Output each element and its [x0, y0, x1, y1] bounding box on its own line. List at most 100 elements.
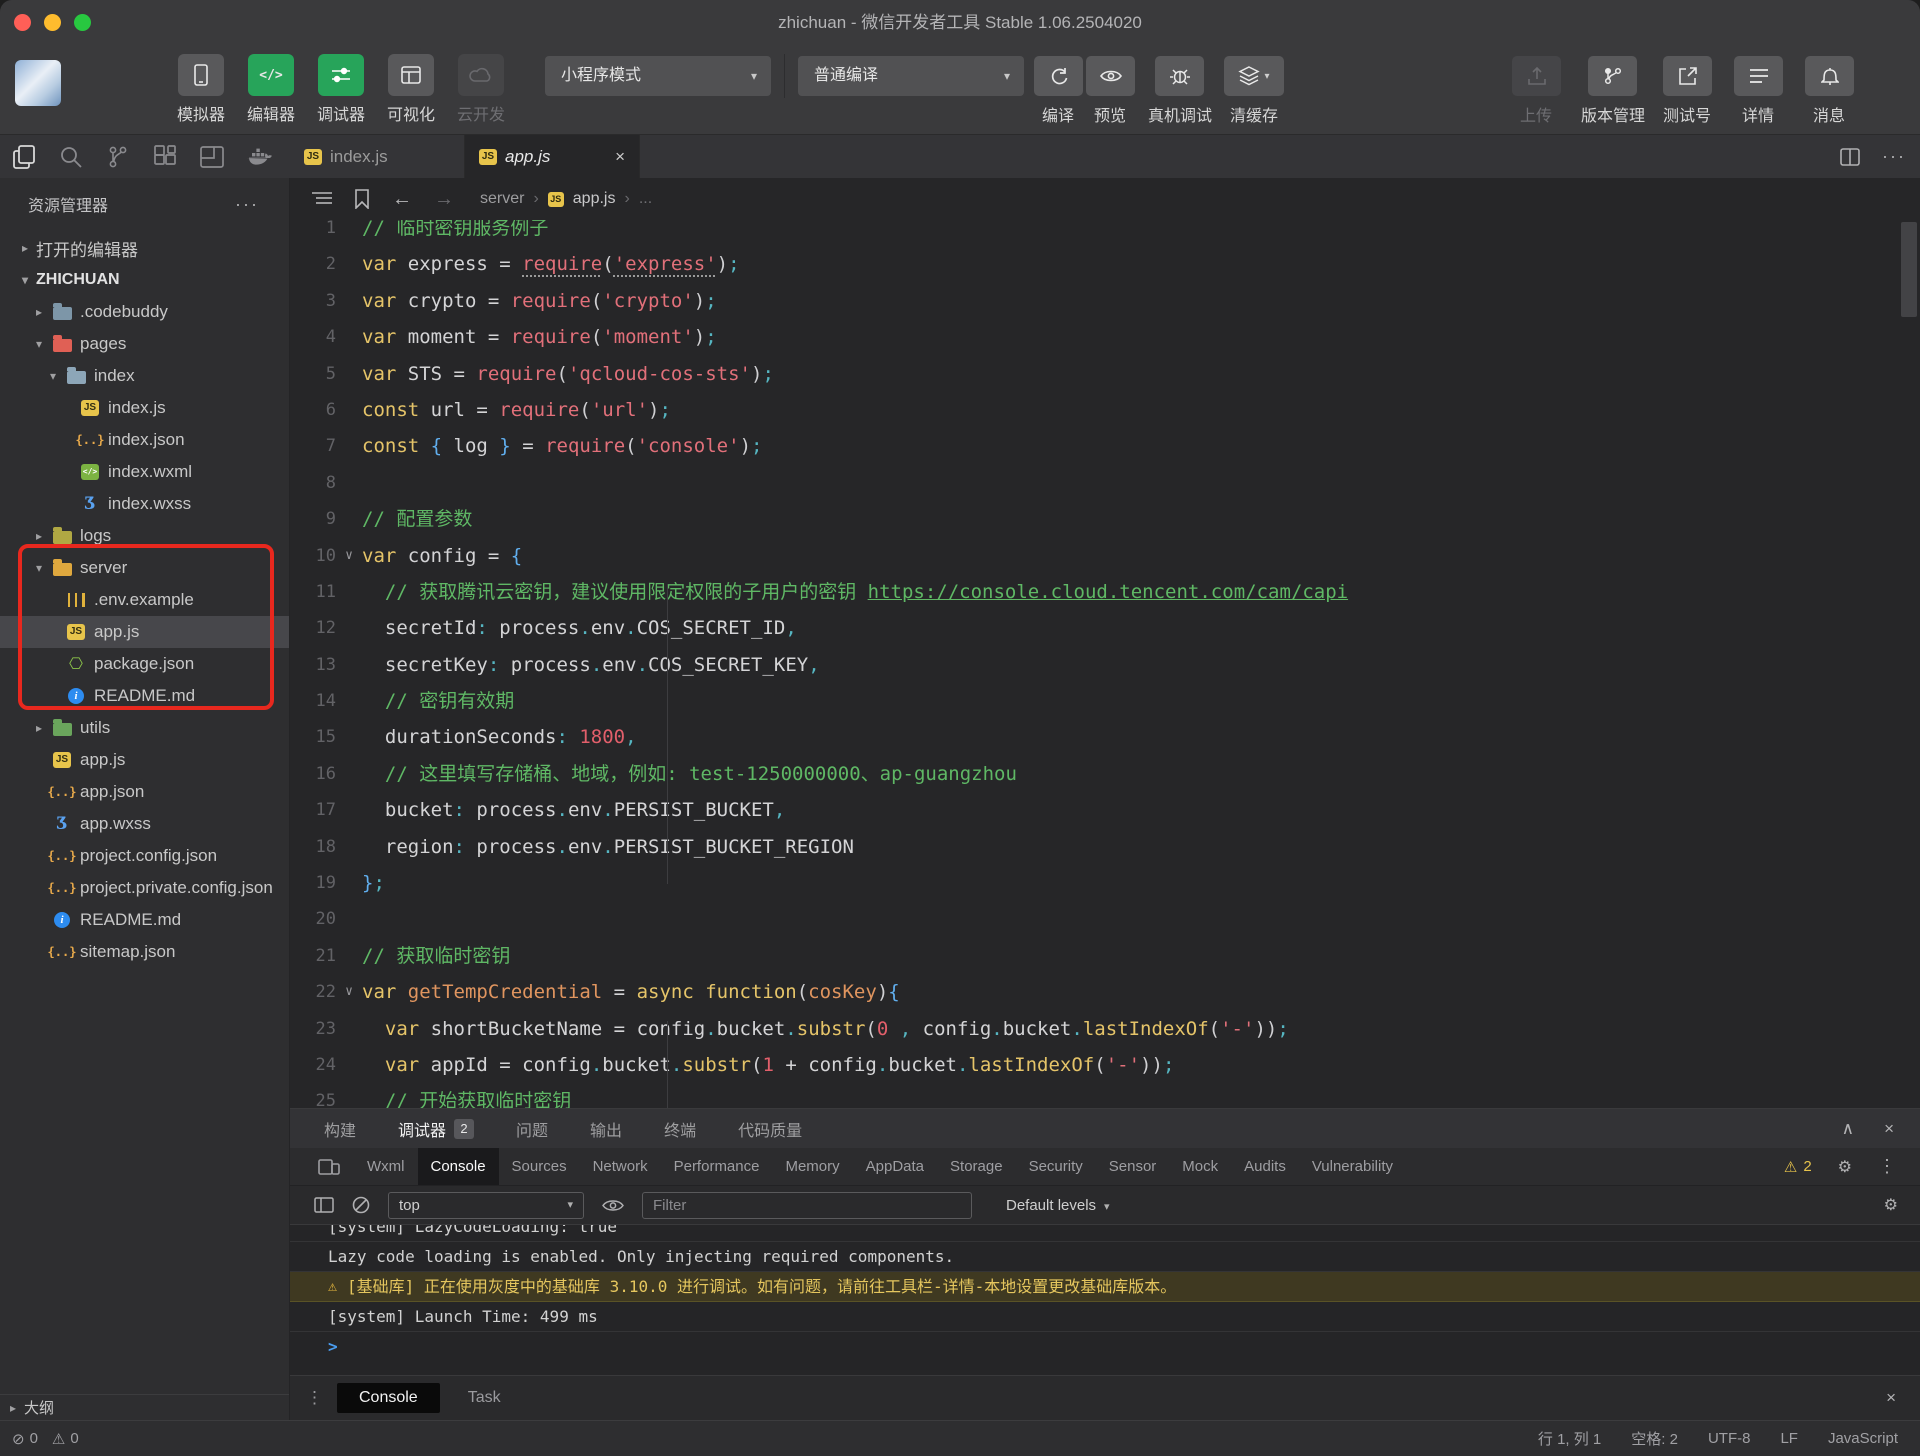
log-levels-select[interactable]: Default levels▾	[1006, 1197, 1110, 1214]
devtools-tab-vulnerability[interactable]: Vulnerability	[1299, 1148, 1406, 1185]
tree-item-.codebuddy[interactable]: ▸.codebuddy	[0, 296, 289, 328]
code-line-25[interactable]: 25 // 开始获取临时密钥	[290, 1083, 1920, 1108]
split-editor-icon[interactable]	[1840, 148, 1860, 166]
tree-item-index[interactable]: ▾index	[0, 360, 289, 392]
tree-item-app.json[interactable]: app.json	[0, 776, 289, 808]
twisty-icon[interactable]: ▸	[28, 305, 50, 319]
user-avatar[interactable]	[15, 60, 61, 106]
tree-item-logs[interactable]: ▸logs	[0, 520, 289, 552]
tree-item-app.js[interactable]: app.js	[0, 616, 289, 648]
status-item[interactable]: 行 1, 列 1	[1538, 1428, 1601, 1449]
tree-item-index.wxss[interactable]: index.wxss	[0, 488, 289, 520]
warning-count-badge[interactable]: ⚠2	[1784, 1158, 1812, 1176]
tree-item-app.wxss[interactable]: app.wxss	[0, 808, 289, 840]
editor-scrollbar[interactable]	[1901, 222, 1917, 317]
editor-layout-icon[interactable]	[188, 146, 235, 168]
tree-item-index.js[interactable]: index.js	[0, 392, 289, 424]
panel-tab-构建[interactable]: 构建	[324, 1109, 356, 1148]
compile-mode-select[interactable]: 普通编译 ▾	[798, 56, 1024, 96]
console-filter-input[interactable]	[642, 1192, 972, 1219]
panel-tab-输出[interactable]: 输出	[590, 1109, 622, 1148]
tree-item--[interactable]: ▸打开的编辑器	[0, 232, 289, 264]
code-line-17[interactable]: 17 bucket: process.env.PERSIST_BUCKET,	[290, 792, 1920, 828]
extensions-icon[interactable]	[141, 145, 188, 169]
tab-index-js[interactable]: JS index.js	[290, 135, 465, 178]
back-icon[interactable]: ←	[392, 188, 412, 211]
devtools-tab-audits[interactable]: Audits	[1231, 1148, 1299, 1185]
details-button[interactable]	[1734, 56, 1783, 96]
tree-item-index.json[interactable]: index.json	[0, 424, 289, 456]
more-actions-icon[interactable]: ···	[1882, 146, 1906, 167]
panel-tab-问题[interactable]: 问题	[516, 1109, 548, 1148]
devtools-tab-storage[interactable]: Storage	[937, 1148, 1016, 1185]
simulator-button[interactable]: 模拟器	[166, 54, 236, 125]
explorer-menu-icon[interactable]: ···	[235, 194, 259, 215]
code-line-1[interactable]: 1// 临时密钥服务例子	[290, 220, 1920, 246]
twisty-icon[interactable]: ▸	[14, 241, 36, 255]
code-line-12[interactable]: 12 secretId: process.env.COS_SECRET_ID,	[290, 610, 1920, 646]
code-line-14[interactable]: 14 // 密钥有效期	[290, 683, 1920, 719]
twisty-icon[interactable]: ▾	[28, 561, 50, 575]
close-panel-icon[interactable]: ×	[1884, 1119, 1894, 1139]
tree-item-project.config.json[interactable]: project.config.json	[0, 840, 289, 872]
files-icon[interactable]	[0, 145, 47, 169]
drag-handle-icon[interactable]: ⋮	[306, 1388, 323, 1408]
console-drawer-tab-console[interactable]: Console	[337, 1383, 440, 1413]
devtools-tab-mock[interactable]: Mock	[1169, 1148, 1231, 1185]
code-line-15[interactable]: 15 durationSeconds: 1800,	[290, 719, 1920, 755]
code-line-19[interactable]: 19};	[290, 865, 1920, 901]
twisty-icon[interactable]: ▾	[28, 337, 50, 351]
clear-cache-button[interactable]: ▾	[1224, 56, 1284, 96]
messages-button[interactable]	[1805, 56, 1854, 96]
docker-whale-icon[interactable]	[235, 147, 282, 167]
devtools-tab-security[interactable]: Security	[1016, 1148, 1096, 1185]
mode-select[interactable]: 小程序模式 ▾	[545, 56, 771, 96]
code-line-6[interactable]: 6const url = require('url');	[290, 392, 1920, 428]
code-line-11[interactable]: 11 // 获取腾讯云密钥，建议使用限定权限的子用户的密钥 https://co…	[290, 574, 1920, 610]
status-item[interactable]: JavaScript	[1828, 1428, 1898, 1449]
devtools-tab-network[interactable]: Network	[580, 1148, 661, 1185]
test-account-button[interactable]	[1663, 56, 1712, 96]
tree-item-sitemap.json[interactable]: sitemap.json	[0, 936, 289, 968]
tree-item-project.private.config.json[interactable]: project.private.config.json	[0, 872, 289, 904]
tree-item-pages[interactable]: ▾pages	[0, 328, 289, 360]
console-settings-icon[interactable]: ⚙	[1884, 1195, 1920, 1215]
clear-console-icon[interactable]	[352, 1196, 370, 1214]
tree-item-README.md[interactable]: README.md	[0, 904, 289, 936]
twisty-icon[interactable]: ▸	[28, 721, 50, 735]
code-line-2[interactable]: 2var express = require('express');	[290, 246, 1920, 282]
devtools-settings-icon[interactable]: ⚙	[1838, 1157, 1852, 1177]
code-line-10[interactable]: 10∨var config = {	[290, 538, 1920, 574]
code-area[interactable]: 1// 临时密钥服务例子2var express = require('expr…	[290, 220, 1920, 1108]
tree-item-ZHICHUAN[interactable]: ▾ZHICHUAN	[0, 264, 289, 296]
code-line-24[interactable]: 24 var appId = config.bucket.substr(1 + …	[290, 1047, 1920, 1083]
breadcrumb-file[interactable]: app.js	[573, 190, 616, 208]
panel-tab-调试器[interactable]: 调试器2	[398, 1109, 474, 1148]
breadcrumb-symbol[interactable]: ...	[639, 190, 652, 208]
console-sidebar-icon[interactable]	[314, 1197, 334, 1213]
tree-item-.env.example[interactable]: .env.example	[0, 584, 289, 616]
status-item[interactable]: LF	[1780, 1428, 1798, 1449]
devtools-tab-sensor[interactable]: Sensor	[1096, 1148, 1170, 1185]
version-control-button[interactable]	[1588, 56, 1637, 96]
warning-count[interactable]: ⚠0	[52, 1430, 79, 1448]
device-toolbar-icon[interactable]	[318, 1157, 340, 1177]
remote-debug-button[interactable]	[1155, 56, 1204, 96]
devtools-tab-wxml[interactable]: Wxml	[354, 1148, 418, 1185]
fold-icon[interactable]: ∨	[336, 974, 362, 1010]
panel-tab-代码质量[interactable]: 代码质量	[738, 1109, 802, 1148]
panel-tab-终端[interactable]: 终端	[664, 1109, 696, 1148]
code-line-5[interactable]: 5var STS = require('qcloud-cos-sts');	[290, 356, 1920, 392]
source-control-icon[interactable]	[94, 145, 141, 169]
compile-button[interactable]	[1034, 56, 1083, 96]
tree-item-server[interactable]: ▾server	[0, 552, 289, 584]
code-line-22[interactable]: 22∨var getTempCredential = async functio…	[290, 974, 1920, 1010]
code-line-21[interactable]: 21// 获取临时密钥	[290, 938, 1920, 974]
console-row-prompt[interactable]: >	[290, 1332, 1920, 1362]
close-console-drawer-icon[interactable]: ×	[1886, 1388, 1920, 1408]
code-line-4[interactable]: 4var moment = require('moment');	[290, 319, 1920, 355]
editor-button[interactable]: </> 编辑器	[236, 54, 306, 125]
bookmark-icon[interactable]	[354, 189, 370, 209]
outline-list-icon[interactable]	[312, 191, 332, 207]
code-line-18[interactable]: 18 region: process.env.PERSIST_BUCKET_RE…	[290, 829, 1920, 865]
